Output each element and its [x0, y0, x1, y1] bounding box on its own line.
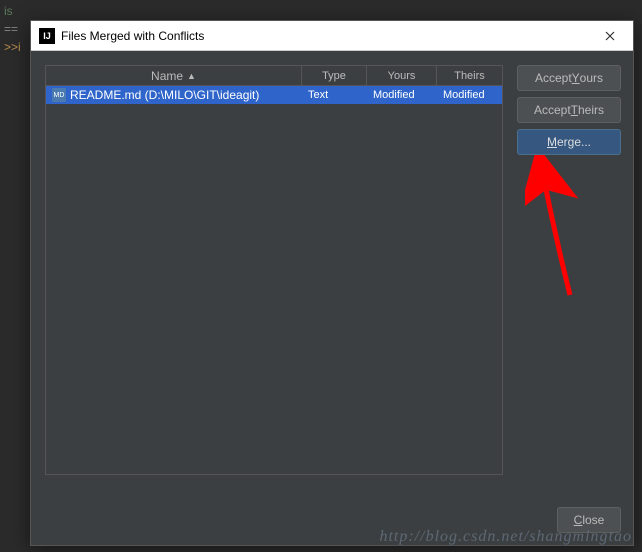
conflicts-table: Name▲ Type Yours Theirs MD README.md (D:… — [45, 65, 503, 475]
table-row[interactable]: MD README.md (D:\MILO\GIT\ideagit) Text … — [46, 86, 502, 104]
action-buttons: Accept Yours Accept Theirs Merge... — [517, 65, 621, 489]
cell-type: Text — [302, 89, 367, 101]
merge-conflicts-dialog: IJ Files Merged with Conflicts Name▲ Typ… — [30, 20, 634, 546]
merge-button[interactable]: Merge... — [517, 129, 621, 155]
markdown-file-icon: MD — [52, 88, 66, 102]
conflicts-table-area: Name▲ Type Yours Theirs MD README.md (D:… — [45, 65, 503, 489]
column-name[interactable]: Name▲ — [46, 66, 302, 85]
cell-filename: MD README.md (D:\MILO\GIT\ideagit) — [46, 88, 302, 102]
dialog-title: Files Merged with Conflicts — [61, 29, 595, 43]
column-yours[interactable]: Yours — [367, 66, 437, 85]
watermark: http://blog.csdn.net/shangmingtao — [379, 528, 632, 546]
cell-yours: Modified — [367, 89, 437, 101]
close-icon[interactable] — [595, 22, 625, 50]
cell-theirs: Modified — [437, 89, 502, 101]
table-body: MD README.md (D:\MILO\GIT\ideagit) Text … — [46, 86, 502, 474]
sort-asc-icon: ▲ — [187, 71, 196, 81]
column-theirs[interactable]: Theirs — [437, 66, 502, 85]
titlebar: IJ Files Merged with Conflicts — [31, 21, 633, 51]
dialog-body: Name▲ Type Yours Theirs MD README.md (D:… — [31, 51, 633, 499]
app-icon: IJ — [39, 28, 55, 44]
accept-theirs-button[interactable]: Accept Theirs — [517, 97, 621, 123]
accept-yours-button[interactable]: Accept Yours — [517, 65, 621, 91]
table-header: Name▲ Type Yours Theirs — [46, 66, 502, 86]
column-type[interactable]: Type — [302, 66, 367, 85]
